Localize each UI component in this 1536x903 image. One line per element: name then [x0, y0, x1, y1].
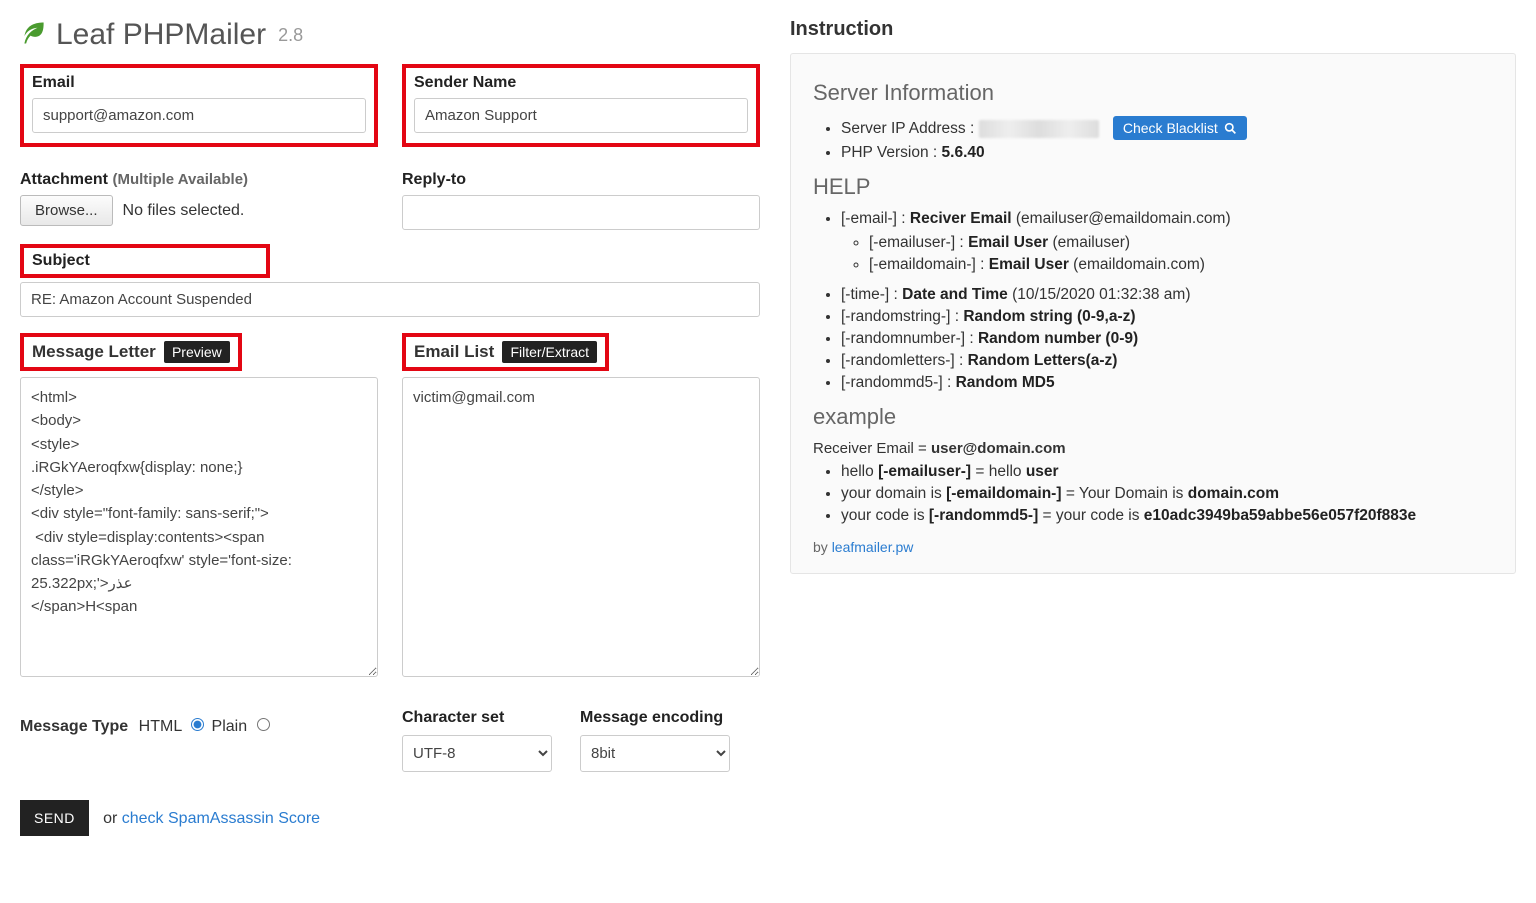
instruction-heading: Instruction — [790, 18, 1516, 41]
example-2: your domain is [-emaildomain-] = Your Do… — [841, 485, 1493, 503]
email-list-label: Email List — [414, 342, 494, 361]
replyto-input[interactable] — [402, 195, 760, 230]
encoding-label: Message encoding — [580, 709, 730, 727]
send-button[interactable]: SEND — [20, 800, 89, 836]
msg-type-html-radio[interactable] — [191, 718, 204, 731]
server-ip-row: Server IP Address : Check Blacklist — [841, 116, 1493, 140]
sender-label: Sender Name — [414, 74, 748, 92]
sender-block: Sender Name — [402, 64, 760, 147]
by-line: by leafmailer.pw — [813, 539, 1493, 555]
charset-label: Character set — [402, 709, 552, 727]
msg-letter-label: Message Letter — [32, 342, 156, 361]
help-randomnumber: [-randomnumber-] : Random number (0-9) — [841, 330, 1493, 348]
spam-score-link[interactable]: check SpamAssassin Score — [122, 810, 320, 827]
help-emailuser: [-emailuser-] : Email User (emailuser) — [869, 234, 1493, 252]
attachment-label: Attachment (Multiple Available) — [20, 171, 378, 189]
email-input[interactable] — [32, 98, 366, 133]
subject-label: Subject — [32, 252, 258, 270]
php-version-row: PHP Version : 5.6.40 — [841, 144, 1493, 162]
subject-block: Subject — [20, 244, 270, 278]
help-emaildomain: [-emaildomain-] : Email User (emaildomai… — [869, 256, 1493, 274]
subject-input[interactable] — [20, 282, 760, 317]
email-label: Email — [32, 74, 366, 92]
browse-button[interactable]: Browse... — [20, 195, 113, 226]
example-3: your code is [-randommd5-] = your code i… — [841, 507, 1493, 525]
help-time: [-time-] : Date and Time (10/15/2020 01:… — [841, 286, 1493, 304]
example-receiver: Receiver Email = user@domain.com — [813, 440, 1493, 457]
help-randomstring: [-randomstring-] : Random string (0-9,a-… — [841, 308, 1493, 326]
app-title-row: Leaf PHPMailer 2.8 — [20, 18, 760, 52]
check-blacklist-button[interactable]: Check Blacklist — [1113, 116, 1247, 140]
msg-type-row: Message Type HTML Plain — [20, 715, 378, 736]
instruction-panel: Server Information Server IP Address : C… — [790, 53, 1516, 574]
msg-type-plain-radio[interactable] — [257, 718, 270, 731]
filter-button[interactable]: Filter/Extract — [502, 341, 597, 363]
app-version: 2.8 — [278, 25, 303, 46]
leaf-icon — [20, 19, 48, 51]
preview-button[interactable]: Preview — [164, 341, 230, 363]
email-block: Email — [20, 64, 378, 147]
msg-letter-block: Message Letter Preview — [20, 333, 242, 371]
email-list-textarea[interactable]: victim@gmail.com — [402, 377, 760, 677]
sender-input[interactable] — [414, 98, 748, 133]
msg-letter-textarea[interactable]: <html> <body> <style> .iRGkYAeroqfxw{dis… — [20, 377, 378, 677]
replyto-label: Reply-to — [402, 171, 760, 189]
encoding-select[interactable]: 8bit — [580, 735, 730, 772]
help-randomletters: [-randomletters-] : Random Letters(a-z) — [841, 352, 1493, 370]
help-randommd5: [-randommd5-] : Random MD5 — [841, 374, 1493, 392]
help-heading: HELP — [813, 174, 1493, 200]
example-1: hello [-emailuser-] = hello user — [841, 463, 1493, 481]
example-heading: example — [813, 404, 1493, 430]
or-text: or check SpamAssassin Score — [103, 810, 320, 827]
server-ip-blur — [979, 120, 1099, 138]
no-files-text: No files selected. — [123, 202, 245, 220]
leafmailer-link[interactable]: leafmailer.pw — [832, 539, 914, 555]
charset-select[interactable]: UTF-8 — [402, 735, 552, 772]
server-info-heading: Server Information — [813, 80, 1493, 106]
search-icon — [1224, 122, 1237, 135]
help-email: [-email-] : Reciver Email (emailuser@ema… — [841, 210, 1493, 274]
app-title: Leaf PHPMailer — [56, 18, 266, 52]
email-list-block: Email List Filter/Extract — [402, 333, 609, 371]
